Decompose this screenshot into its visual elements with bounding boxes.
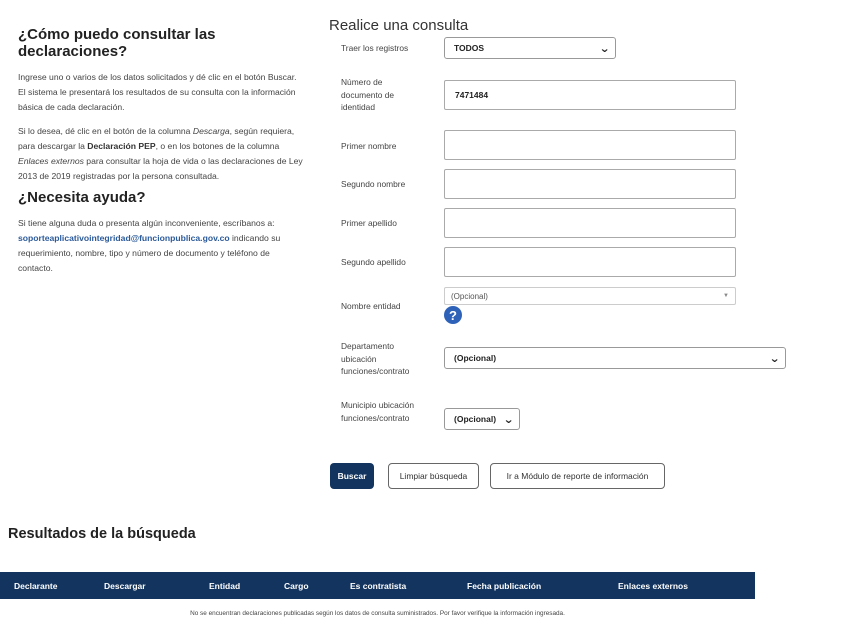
column-header[interactable]: Enlaces externos bbox=[618, 581, 688, 591]
departamento-label: Departamento ubicación funciones/contrat… bbox=[341, 341, 410, 376]
column-header[interactable]: Es contratista bbox=[350, 581, 406, 591]
support-email-link[interactable]: soporteaplicativointegridad@funcionpubli… bbox=[18, 233, 230, 243]
help-emphasis-enlaces: Enlaces externos bbox=[18, 156, 84, 166]
results-table-header: Declarante Descargar Entidad Cargo Es co… bbox=[0, 572, 755, 599]
buscar-button[interactable]: Buscar bbox=[330, 463, 374, 489]
primer-nombre-input[interactable] bbox=[444, 130, 736, 160]
primer-apellido-label: Primer apellido bbox=[341, 218, 397, 228]
help-panel: ¿Cómo puedo consultar las declaraciones?… bbox=[18, 26, 304, 276]
modulo-reporte-button[interactable]: Ir a Módulo de reporte de información bbox=[490, 463, 665, 489]
traer-registros-value: TODOS bbox=[454, 43, 485, 53]
segundo-nombre-input[interactable] bbox=[444, 169, 736, 199]
nombre-entidad-combobox[interactable]: (Opcional) ▼ bbox=[444, 287, 736, 305]
traer-registros-select[interactable]: TODOS ⌄ bbox=[444, 37, 616, 59]
help-title: ¿Cómo puedo consultar las declaraciones? bbox=[18, 26, 216, 60]
form-title: Realice una consulta bbox=[329, 17, 469, 34]
nombre-entidad-placeholder: (Opcional) bbox=[451, 291, 488, 301]
departamento-select[interactable]: (Opcional) ⌄ bbox=[444, 347, 786, 369]
help-emphasis-descarga: Descarga bbox=[192, 126, 230, 136]
help-text: Si tiene alguna duda o presenta algún in… bbox=[18, 218, 275, 228]
segundo-apellido-input[interactable] bbox=[444, 247, 736, 277]
help-paragraph-1: Ingrese uno o varios de los datos solici… bbox=[18, 72, 297, 112]
segundo-nombre-label: Segundo nombre bbox=[341, 179, 406, 189]
primer-nombre-label: Primer nombre bbox=[341, 141, 397, 151]
dropdown-arrow-icon: ▼ bbox=[723, 293, 729, 299]
help-paragraph-3: Si tiene alguna duda o presenta algún in… bbox=[18, 216, 304, 276]
municipio-value: (Opcional) bbox=[454, 414, 497, 424]
chevron-down-icon: ⌄ bbox=[598, 42, 610, 55]
chevron-down-icon: ⌄ bbox=[768, 352, 780, 365]
segundo-apellido-label: Segundo apellido bbox=[341, 257, 406, 267]
column-header[interactable]: Fecha publicación bbox=[467, 581, 541, 591]
limpiar-busqueda-button[interactable]: Limpiar búsqueda bbox=[388, 463, 479, 489]
documento-input[interactable]: 7471484 bbox=[444, 80, 736, 110]
help-icon[interactable]: ? bbox=[444, 306, 462, 324]
column-header[interactable]: Entidad bbox=[209, 581, 240, 591]
results-title: Resultados de la búsqueda bbox=[8, 526, 196, 542]
municipio-label: Municipio ubicación funciones/contrato bbox=[341, 400, 415, 423]
primer-apellido-input[interactable] bbox=[444, 208, 736, 238]
nombre-entidad-label: Nombre entidad bbox=[341, 301, 401, 311]
help-text: Si lo desea, dé clic en el botón de la c… bbox=[18, 126, 193, 136]
documento-label: Número de documento de identidad bbox=[341, 77, 395, 112]
column-header[interactable]: Declarante bbox=[14, 581, 57, 591]
empty-results-message: No se encuentran declaraciones publicada… bbox=[190, 610, 565, 617]
municipio-select[interactable]: (Opcional) ⌄ bbox=[444, 408, 520, 430]
need-help-title: ¿Necesita ayuda? bbox=[18, 189, 146, 206]
chevron-down-icon: ⌄ bbox=[502, 413, 514, 426]
column-header[interactable]: Cargo bbox=[284, 581, 309, 591]
column-header[interactable]: Descargar bbox=[104, 581, 146, 591]
help-paragraph-2: Si lo desea, dé clic en el botón de la c… bbox=[18, 124, 304, 184]
help-bold-declaracion: Declaración PEP bbox=[87, 141, 156, 151]
traer-registros-label: Traer los registros bbox=[341, 43, 409, 53]
departamento-value: (Opcional) bbox=[454, 353, 497, 363]
help-text: , o en los botones de la columna bbox=[155, 141, 280, 151]
